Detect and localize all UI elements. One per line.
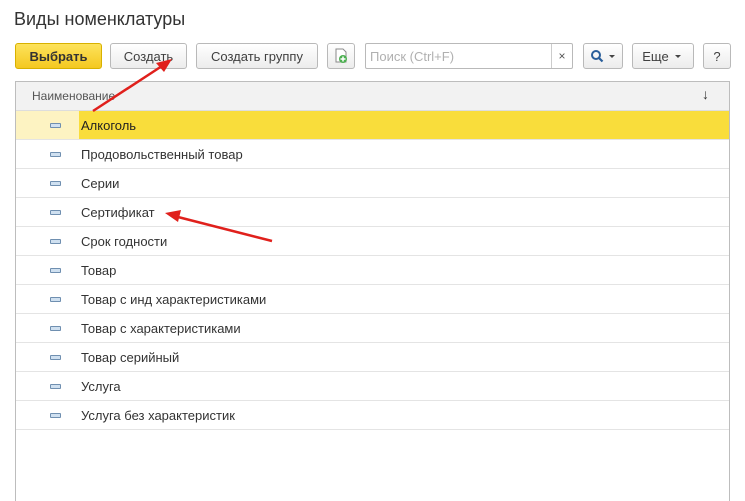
table-row[interactable]: Серии xyxy=(16,169,729,198)
table-row[interactable]: Товар с характеристиками xyxy=(16,314,729,343)
table-row[interactable]: Срок годности xyxy=(16,227,729,256)
table-row[interactable]: Услуга без характеристик xyxy=(16,401,729,430)
row-item-icon xyxy=(50,152,61,157)
table-row[interactable]: Товар с инд характеристиками xyxy=(16,285,729,314)
row-label: Услуга без характеристик xyxy=(81,408,235,423)
row-item-icon xyxy=(50,326,61,331)
row-label: Сертификат xyxy=(81,205,155,220)
row-item-icon xyxy=(50,384,61,389)
copy-add-button[interactable] xyxy=(327,43,355,69)
search-icon xyxy=(591,50,615,63)
table-row[interactable]: Сертификат xyxy=(16,198,729,227)
create-group-button[interactable]: Создать группу xyxy=(196,43,318,69)
column-header-name[interactable]: Наименование xyxy=(32,89,115,103)
table-row[interactable]: Продовольственный товар xyxy=(16,140,729,169)
row-item-icon xyxy=(50,210,61,215)
search-placeholder: Поиск (Ctrl+F) xyxy=(370,49,455,64)
item-table: Наименование ↓ Алкоголь Продовольственный… xyxy=(15,81,730,501)
row-item-icon xyxy=(50,355,61,360)
row-label: Алкоголь xyxy=(81,118,137,133)
table-row[interactable]: Товар xyxy=(16,256,729,285)
table-row[interactable]: Услуга xyxy=(16,372,729,401)
row-item-icon xyxy=(50,239,61,244)
search-options-button[interactable] xyxy=(583,43,623,69)
row-label: Товар с характеристиками xyxy=(81,321,241,336)
row-label: Товар с инд характеристиками xyxy=(81,292,267,307)
page-title: Виды номенклатуры xyxy=(14,9,186,29)
select-button[interactable]: Выбрать xyxy=(15,43,102,69)
row-label: Товар xyxy=(81,263,117,278)
table-header: Наименование ↓ xyxy=(16,82,729,111)
search-input[interactable]: Поиск (Ctrl+F) × xyxy=(365,43,573,69)
row-item-icon xyxy=(50,123,61,128)
row-selection-cell xyxy=(79,111,729,139)
row-item-icon xyxy=(50,268,61,273)
row-item-icon xyxy=(50,181,61,186)
row-item-icon xyxy=(50,413,61,418)
clear-search-button[interactable]: × xyxy=(551,44,572,68)
row-label: Услуга xyxy=(81,379,121,394)
row-label: Товар серийный xyxy=(81,350,180,365)
more-label: Еще xyxy=(642,48,669,64)
row-item-icon xyxy=(50,297,61,302)
row-label: Срок годности xyxy=(81,234,168,249)
row-label: Продовольственный товар xyxy=(81,147,243,162)
sort-arrow-icon[interactable]: ↓ xyxy=(702,86,709,102)
help-button[interactable]: ? xyxy=(703,43,731,69)
table-row[interactable]: Алкоголь xyxy=(16,111,729,140)
more-button[interactable]: Еще xyxy=(632,43,694,69)
row-selection-bg xyxy=(16,111,79,139)
toolbar: Выбрать Создать Создать группу Поиск (Ct… xyxy=(0,43,745,71)
dropdown-icon xyxy=(674,55,681,58)
create-button[interactable]: Создать xyxy=(110,43,187,69)
copy-add-icon xyxy=(335,48,347,63)
row-label: Серии xyxy=(81,176,120,191)
table-row[interactable]: Товар серийный xyxy=(16,343,729,372)
